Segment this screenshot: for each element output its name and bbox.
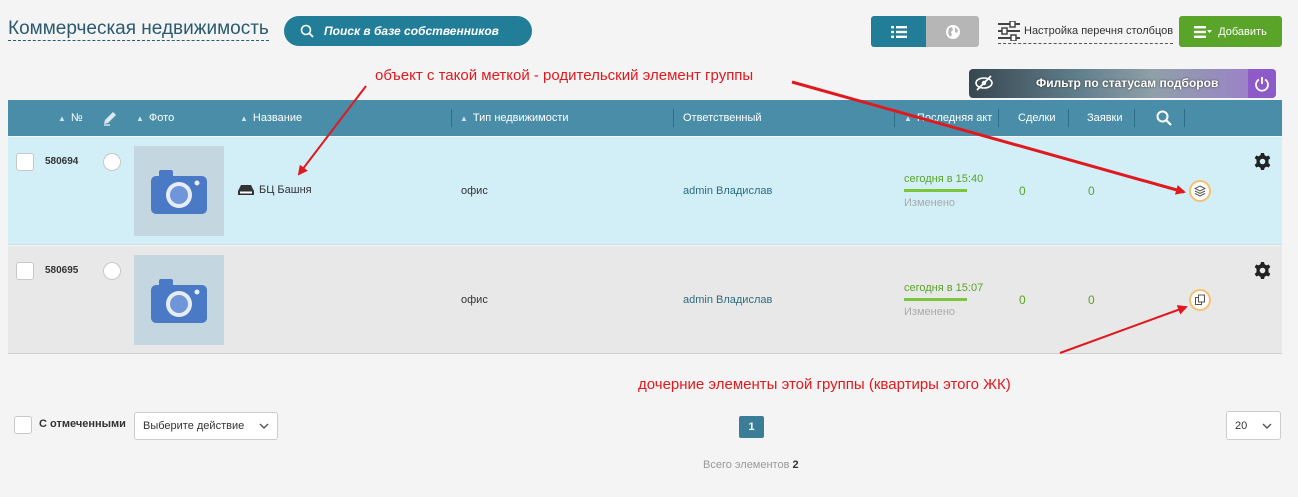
chevron-down-icon bbox=[259, 423, 269, 429]
with-selected-label: С отмеченными bbox=[39, 418, 126, 430]
action-select[interactable]: Выберите действие bbox=[134, 412, 278, 440]
chevron-down-icon bbox=[1262, 423, 1272, 429]
arrow-to-parent-badge bbox=[791, 80, 1186, 195]
per-page-value: 20 bbox=[1235, 419, 1248, 432]
page-button-1[interactable]: 1 bbox=[739, 416, 764, 438]
per-page-select[interactable]: 20 bbox=[1226, 411, 1281, 440]
select-all-checkbox[interactable] bbox=[14, 416, 32, 434]
total-elements: Всего элементов 2 bbox=[703, 459, 799, 471]
total-count: 2 bbox=[792, 459, 799, 471]
arrow-to-parent-name bbox=[297, 85, 367, 176]
action-select-value: Выберите действие bbox=[143, 420, 245, 432]
arrow-to-child-badge bbox=[1059, 305, 1188, 354]
